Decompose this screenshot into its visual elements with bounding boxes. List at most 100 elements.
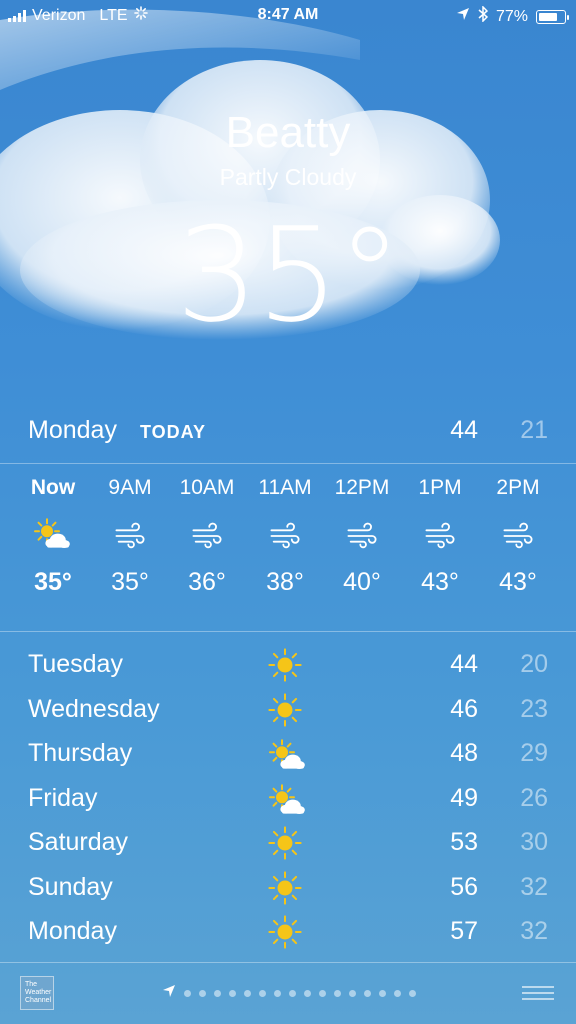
status-bar: Verizon LTE 8:47 AM 77% (0, 0, 576, 30)
day-low: 26 (520, 783, 548, 812)
divider (0, 631, 576, 632)
today-tag: TODAY (140, 422, 207, 442)
day-row: Monday 57 32 (28, 913, 548, 958)
location-arrow-icon (456, 7, 470, 26)
page-dot[interactable] (229, 990, 236, 997)
page-dot[interactable] (274, 990, 281, 997)
hour-time: 9AM (108, 476, 152, 499)
hour-temp: 43° (499, 568, 537, 596)
day-high: 53 (450, 828, 478, 856)
partly-cloudy-icon (14, 506, 92, 566)
divider (0, 463, 576, 464)
hour-item: 11AM 38° (246, 470, 324, 597)
day-low: 20 (520, 650, 548, 678)
hour-item: 2PM 43° (479, 470, 557, 597)
page-dot[interactable] (319, 990, 326, 997)
weather-channel-logo[interactable]: The Weather Channel (20, 976, 54, 1010)
day-name: Friday (28, 783, 98, 812)
page-dot[interactable] (334, 990, 341, 997)
bottom-bar: The Weather Channel (0, 964, 576, 1024)
day-low: 29 (520, 739, 548, 767)
day-name: Saturday (28, 828, 129, 856)
page-dot[interactable] (409, 990, 416, 997)
day-high: 44 (450, 650, 478, 678)
hour-time: 10AM (179, 476, 235, 499)
hour-temp: 43° (421, 568, 459, 596)
page-dot[interactable] (184, 990, 191, 997)
hour-item: 1PM 43° (401, 470, 479, 597)
today-day: Monday (28, 416, 117, 444)
day-row: Thursday 48 29 (28, 735, 548, 780)
day-row: Wednesday 46 23 (28, 691, 548, 736)
battery-percent: 77% (495, 7, 528, 25)
day-high: 46 (450, 694, 478, 723)
page-dot[interactable] (349, 990, 356, 997)
page-dot[interactable] (259, 990, 266, 997)
hour-temp: 36° (188, 568, 226, 596)
page-dot[interactable] (364, 990, 371, 997)
page-dot[interactable] (394, 990, 401, 997)
hour-item: Now 35° (14, 470, 92, 597)
sun-icon (268, 826, 302, 867)
current-temperature: 35° (175, 199, 402, 351)
hour-item: 10AM 36° (168, 470, 246, 597)
page-dot[interactable] (289, 990, 296, 997)
hourly-forecast[interactable]: Now 35° 9AM 35° 10AM 36° 11AM 38° 12PM 4… (0, 470, 576, 620)
hour-time: 12PM (334, 476, 390, 499)
list-icon[interactable] (522, 982, 554, 1004)
day-high: 56 (450, 872, 478, 901)
today-low: 21 (520, 416, 548, 444)
wind-icon (401, 506, 479, 566)
day-row: Saturday 53 30 (28, 824, 548, 869)
day-name: Monday (28, 917, 117, 945)
hour-time: 2PM (496, 476, 540, 499)
page-dot[interactable] (244, 990, 251, 997)
day-low: 32 (520, 917, 548, 945)
sun-icon (268, 870, 302, 912)
day-name: Tuesday (28, 650, 123, 678)
day-row: Tuesday 44 20 (28, 646, 548, 691)
day-high: 49 (450, 783, 478, 812)
wind-icon (91, 506, 169, 566)
day-name: Wednesday (28, 694, 160, 723)
partly-cloudy-icon (268, 737, 308, 784)
hour-item: 9AM 35° (91, 470, 169, 597)
divider (0, 962, 576, 963)
hour-time: 1PM (418, 476, 462, 499)
hour-temp: 35° (111, 568, 149, 596)
page-dot[interactable] (379, 990, 386, 997)
hour-item: 12PM 40° (323, 470, 401, 597)
hour-time: Now (30, 476, 76, 499)
hour-time: 11AM (258, 476, 312, 499)
sun-icon (268, 648, 302, 689)
wind-icon (168, 506, 246, 566)
location-arrow-icon (162, 984, 176, 1003)
page-dot[interactable] (304, 990, 311, 997)
day-high: 57 (450, 917, 478, 945)
day-low: 30 (520, 828, 548, 856)
sun-icon (268, 692, 302, 734)
today-summary: Monday TODAY 44 21 (28, 412, 548, 452)
day-row: Friday 49 26 (28, 780, 548, 825)
partly-cloudy-icon (268, 782, 308, 829)
day-row: Sunday 56 32 (28, 869, 548, 914)
hour-temp: 40° (343, 568, 381, 596)
hour-temp: 35° (34, 568, 72, 596)
wind-icon (246, 506, 324, 566)
logo-text: The Weather Channel (25, 981, 52, 1004)
daily-forecast[interactable]: Tuesday 44 20 Wednesday 46 23 Thursday 4… (28, 646, 548, 958)
hour-temp: 38° (266, 568, 304, 596)
page-indicator[interactable] (162, 984, 416, 1003)
day-high: 48 (450, 739, 478, 767)
today-high: 44 (450, 416, 478, 444)
wind-icon (323, 506, 401, 566)
page-dot[interactable] (214, 990, 221, 997)
city-name: Beatty (225, 108, 351, 157)
page-dot[interactable] (199, 990, 206, 997)
wind-icon (479, 506, 557, 566)
bluetooth-icon (478, 5, 489, 27)
day-low: 23 (520, 694, 548, 723)
day-name: Sunday (28, 872, 113, 901)
sun-icon (268, 915, 302, 956)
day-name: Thursday (28, 739, 133, 767)
